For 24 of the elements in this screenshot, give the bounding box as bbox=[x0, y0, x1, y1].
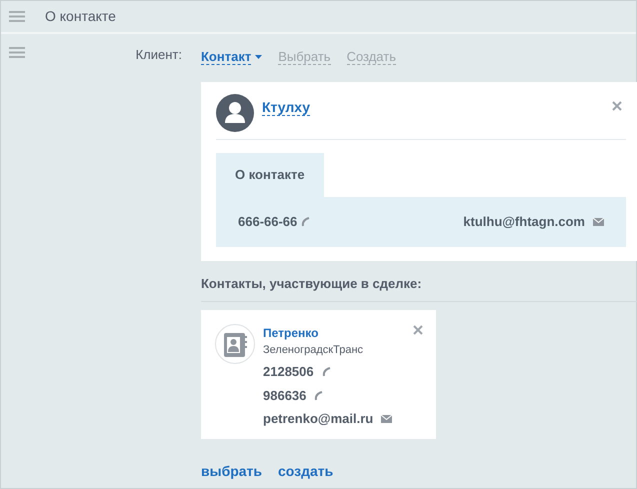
phone-icon bbox=[322, 366, 333, 378]
envelope-icon bbox=[381, 414, 392, 423]
contact-name-link[interactable]: Петренко bbox=[263, 324, 392, 342]
close-icon[interactable] bbox=[413, 322, 423, 336]
phone-number: 2128506 bbox=[263, 363, 314, 381]
selected-option[interactable]: Контакт bbox=[201, 49, 252, 65]
company-name: ЗеленоградскТранс bbox=[263, 342, 364, 358]
tab[interactable]: О контакте bbox=[216, 153, 324, 196]
action-link[interactable]: создать bbox=[278, 460, 334, 482]
menu-icon[interactable] bbox=[9, 11, 25, 22]
client-label: Клиент: bbox=[136, 46, 182, 64]
envelope-icon bbox=[593, 218, 604, 226]
action-link[interactable]: выбрать bbox=[201, 460, 262, 482]
menu-icon[interactable] bbox=[9, 47, 25, 58]
caret-icon[interactable] bbox=[255, 55, 262, 59]
phone-number: 666-66-66 bbox=[238, 212, 298, 231]
email-address: ktulhu@fhtagn.com bbox=[463, 212, 585, 231]
avatar-icon bbox=[216, 94, 254, 132]
page-title: О контакте bbox=[44, 7, 116, 26]
address-book-icon bbox=[215, 324, 255, 364]
section-heading: Контакты, участвующие в сделке: bbox=[201, 275, 423, 293]
email-address: petrenko@mail.ru bbox=[263, 410, 374, 428]
contact-name-link[interactable]: Ктулху bbox=[262, 99, 310, 116]
phone-number: 986636 bbox=[263, 386, 306, 404]
